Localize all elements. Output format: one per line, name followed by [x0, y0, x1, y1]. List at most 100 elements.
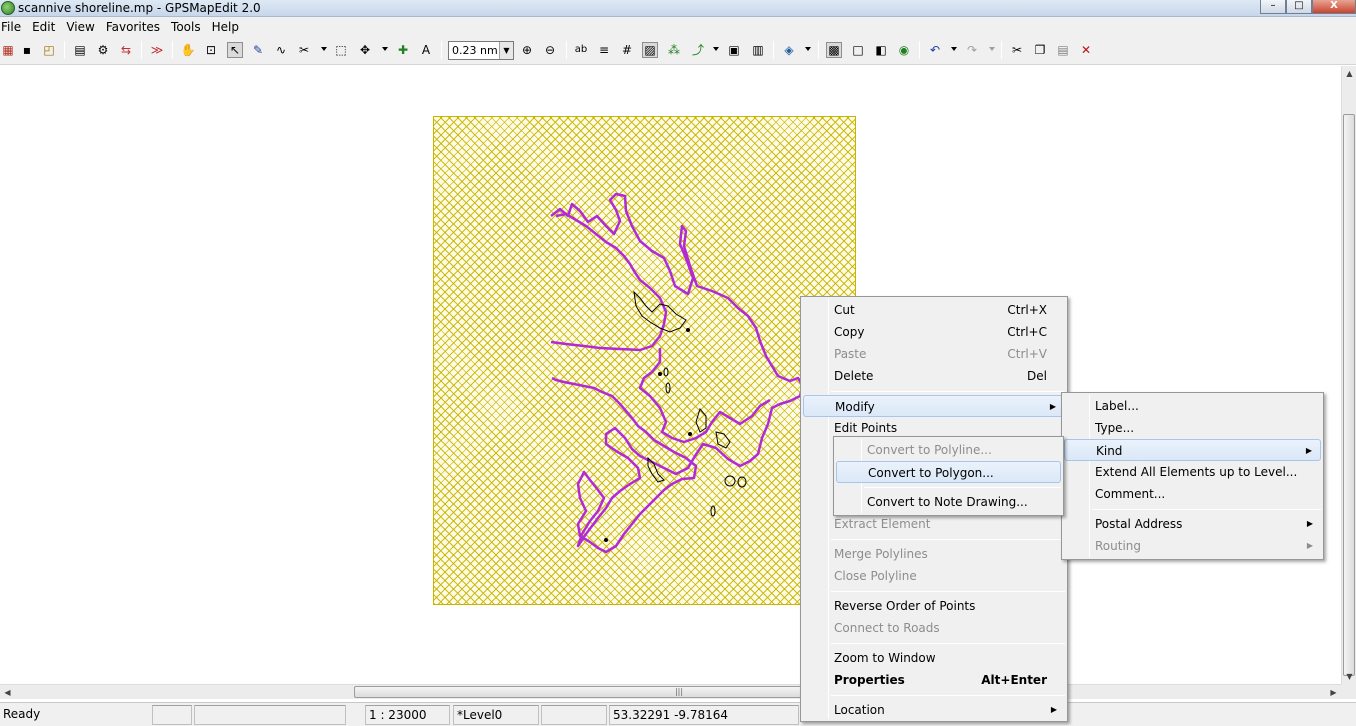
menu-favorites[interactable]: Favorites [105, 17, 166, 37]
menu-view[interactable]: View [65, 17, 100, 37]
kind-submenu: Convert to Polyline... Convert to Polygo… [833, 436, 1064, 516]
label-icon[interactable]: A [418, 42, 434, 58]
select-icon[interactable]: ↖ [227, 42, 243, 58]
undo-dropdown-icon[interactable] [951, 47, 957, 51]
paste-icon[interactable]: ▤ [1055, 42, 1071, 58]
menu-item-routing[interactable]: Routing ▶ [1064, 535, 1321, 557]
minimize-button[interactable]: – [1260, 0, 1286, 14]
scroll-right-icon[interactable]: ▶ [1326, 685, 1341, 700]
trim-dropdown-icon[interactable] [321, 47, 327, 51]
new-map-icon[interactable]: ▦ [0, 42, 16, 58]
menu-item-convert-to-polyline[interactable]: Convert to Polyline... [836, 439, 1061, 461]
menu-file[interactable]: File [0, 17, 27, 37]
buildings-icon[interactable]: ▥ [750, 42, 766, 58]
move-icon[interactable]: ✥ [357, 42, 373, 58]
menu-item-comment[interactable]: Comment... [1064, 483, 1321, 505]
island-outline [715, 431, 731, 449]
show-labels-icon[interactable]: ab [573, 42, 589, 58]
move-dropdown-icon[interactable] [382, 47, 388, 51]
menu-item-reverse-order[interactable]: Reverse Order of Points [803, 595, 1065, 617]
scroll-down-icon[interactable]: ▼ [1342, 669, 1356, 684]
create-point-icon[interactable]: ✚ [395, 42, 411, 58]
scroll-up-icon[interactable]: ▲ [1342, 66, 1356, 81]
zoom-level-select[interactable]: 0.23 nm ▼ [448, 41, 514, 60]
menu-item-extract-element[interactable]: Extract Element [803, 513, 1065, 535]
menu-item-connect-to-roads[interactable]: Connect to Roads [803, 617, 1065, 639]
hand-pan-icon[interactable]: ✋ [180, 42, 196, 58]
menu-item-convert-to-note-drawing[interactable]: Convert to Note Drawing... [836, 491, 1061, 513]
status-bar: Ready 1 : 23000 *Level0 53.32291 -9.7816… [0, 702, 1356, 726]
menu-item-location[interactable]: Location ▶ [803, 699, 1065, 721]
vertical-scrollbar[interactable]: ▲ ▼ [1341, 66, 1356, 684]
cut-icon[interactable]: ✂ [1009, 42, 1025, 58]
menu-item-properties[interactable]: Properties Alt+Enter [803, 669, 1065, 691]
menu-item-convert-to-polygon[interactable]: Convert to Polygon... [836, 461, 1061, 483]
polyline-icon[interactable]: ∿ [273, 42, 289, 58]
zoom-in-icon[interactable]: ⊕ [519, 42, 535, 58]
settings-icon[interactable]: ⚙ [95, 42, 111, 58]
submenu-arrow-icon: ▶ [1306, 541, 1313, 550]
menu-item-kind[interactable]: Kind ▶ [1064, 439, 1321, 461]
open-icon[interactable]: ◰ [41, 42, 57, 58]
show-grid-icon[interactable]: # [619, 42, 635, 58]
status-level: *Level0 [453, 705, 539, 725]
menu-item-type[interactable]: Type... [1064, 417, 1321, 439]
menu-item-delete[interactable]: Delete Del [803, 365, 1065, 387]
vertical-scroll-thumb[interactable] [1343, 114, 1355, 676]
show-ruler-icon[interactable]: ≡ [596, 42, 612, 58]
close-button[interactable]: X [1312, 0, 1356, 14]
route-icon[interactable]: ⤴ [690, 42, 706, 58]
gps-icon[interactable]: ◉ [896, 42, 912, 58]
menu-item-merge-polylines[interactable]: Merge Polylines [803, 543, 1065, 565]
menu-item-postal-address[interactable]: Postal Address ▶ [1064, 513, 1321, 535]
redo-dropdown-icon[interactable] [989, 47, 995, 51]
select-rect-icon[interactable]: ⬚ [333, 42, 349, 58]
scroll-left-icon[interactable]: ◀ [0, 685, 15, 700]
map-canvas[interactable] [0, 66, 1341, 684]
save-icon[interactable]: ▪ [19, 42, 35, 58]
zoom-out-icon[interactable]: ⊖ [542, 42, 558, 58]
menu-item-modify[interactable]: Modify ▶ [803, 395, 1065, 417]
title-bar: scannive shoreline.mp - GPSMapEdit 2.0 –… [0, 0, 1356, 17]
pattern-fill-icon[interactable]: ▩ [826, 42, 842, 58]
menu-item-paste[interactable]: Paste Ctrl+V [803, 343, 1065, 365]
submenu-arrow-icon: ▶ [1305, 446, 1312, 455]
menu-edit[interactable]: Edit [31, 17, 61, 37]
island-ellipse [724, 475, 736, 487]
delete-icon[interactable]: ✕ [1078, 42, 1094, 58]
menu-item-close-polyline[interactable]: Close Polyline [803, 565, 1065, 587]
transfer-icon[interactable]: ⇆ [118, 42, 134, 58]
map-properties-icon[interactable]: ▤ [72, 42, 88, 58]
status-pane-empty [152, 705, 192, 725]
menu-tools[interactable]: Tools [170, 17, 207, 37]
menu-item-extend-all[interactable]: Extend All Elements up to Level... [1064, 461, 1321, 483]
route-dropdown-icon[interactable] [713, 47, 719, 51]
menu-help[interactable]: Help [211, 17, 245, 37]
point-marker [604, 538, 608, 542]
layer-dropdown-icon[interactable] [805, 47, 811, 51]
trim-icon[interactable]: ✂ [296, 42, 312, 58]
menu-item-cut[interactable]: Cut Ctrl+X [803, 299, 1065, 321]
menu-item-zoom-to-window[interactable]: Zoom to Window [803, 647, 1065, 669]
properties-icon[interactable]: ▣ [726, 42, 742, 58]
track-icon[interactable]: ≫ [149, 42, 165, 58]
show-background-icon[interactable]: ◧ [873, 42, 889, 58]
maximize-button[interactable]: □ [1286, 0, 1312, 14]
submenu-arrow-icon: ▶ [1306, 519, 1313, 528]
edit-node-icon[interactable]: ✎ [250, 42, 266, 58]
show-polygons-icon[interactable]: ▨ [642, 42, 658, 58]
show-points-icon[interactable]: ⁂ [666, 42, 682, 58]
map-layer-icon[interactable]: ◈ [781, 42, 797, 58]
transparent-icon[interactable]: □ [850, 42, 866, 58]
status-coordinates: 53.32291 -9.78164 [609, 705, 799, 725]
undo-icon[interactable]: ↶ [927, 42, 943, 58]
horizontal-scrollbar[interactable]: ◀ ||| ▶ [0, 684, 1341, 699]
chevron-down-icon[interactable]: ▼ [499, 42, 513, 59]
menu-item-label[interactable]: Label... [1064, 395, 1321, 417]
redo-icon[interactable]: ↷ [964, 42, 980, 58]
copy-icon[interactable]: ❐ [1032, 42, 1048, 58]
menu-item-copy[interactable]: Copy Ctrl+C [803, 321, 1065, 343]
island-ellipse [710, 505, 716, 517]
window-title: scannive shoreline.mp - GPSMapEdit 2.0 [18, 1, 261, 15]
zoom-rect-icon[interactable]: ⊡ [203, 42, 219, 58]
